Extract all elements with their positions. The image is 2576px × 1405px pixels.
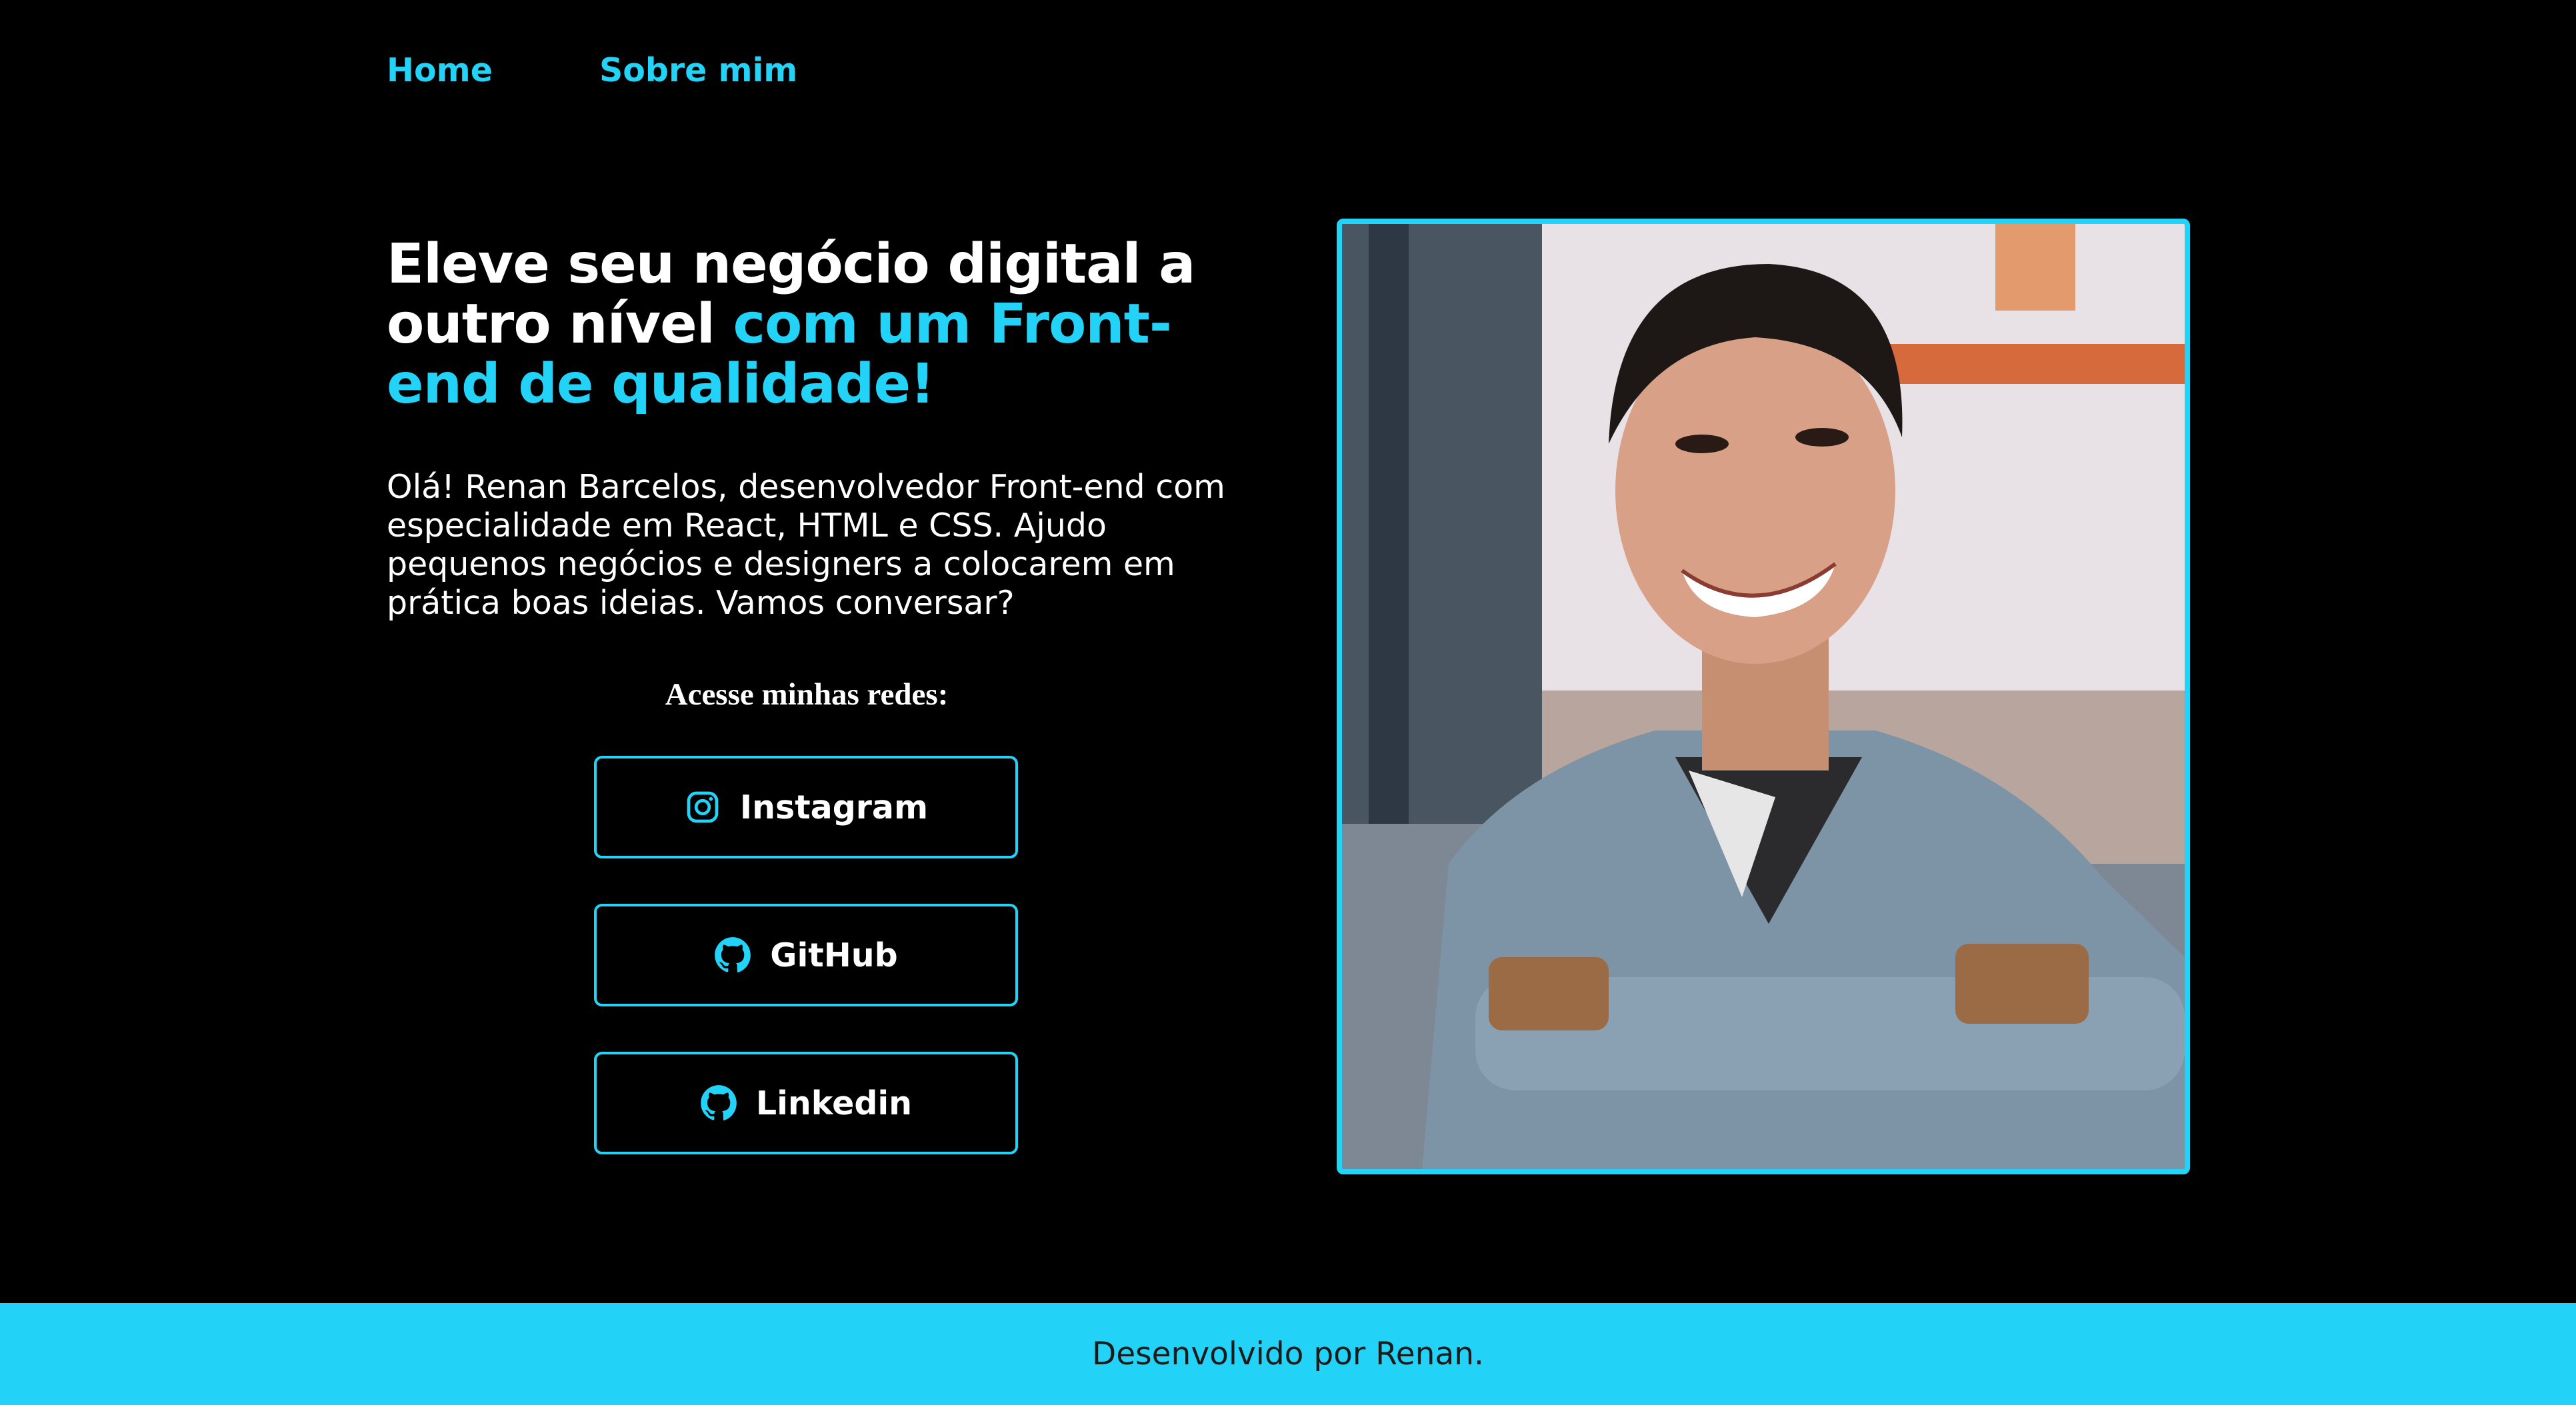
- nav-home-link[interactable]: Home: [387, 51, 493, 91]
- hero-intro: Olá! Renan Barcelos, desenvolvedor Front…: [387, 468, 1225, 622]
- github-icon: [714, 936, 751, 974]
- top-nav: Home Sobre mim: [387, 51, 797, 91]
- instagram-button[interactable]: Instagram: [594, 756, 1018, 858]
- instagram-icon: [684, 788, 721, 826]
- github-button[interactable]: GitHub: [594, 904, 1018, 1006]
- linkedin-label: Linkedin: [755, 1084, 913, 1122]
- profile-photo-illustration: [1342, 224, 2185, 1169]
- instagram-label: Instagram: [739, 788, 929, 826]
- github-icon: [700, 1084, 737, 1122]
- linkedin-button[interactable]: Linkedin: [594, 1052, 1018, 1154]
- nav-about-link[interactable]: Sobre mim: [599, 51, 797, 91]
- footer-text: Desenvolvido por Renan.: [1092, 1336, 1484, 1372]
- hero-headline: Eleve seu negócio digital a outro nível …: [387, 235, 1253, 415]
- footer: Desenvolvido por Renan.: [0, 1303, 2576, 1405]
- github-label: GitHub: [770, 936, 898, 974]
- page: Home Sobre mim Eleve seu negócio digital…: [0, 0, 2576, 1405]
- profile-photo: [1337, 219, 2190, 1174]
- social-title: Acesse minhas redes:: [665, 677, 949, 712]
